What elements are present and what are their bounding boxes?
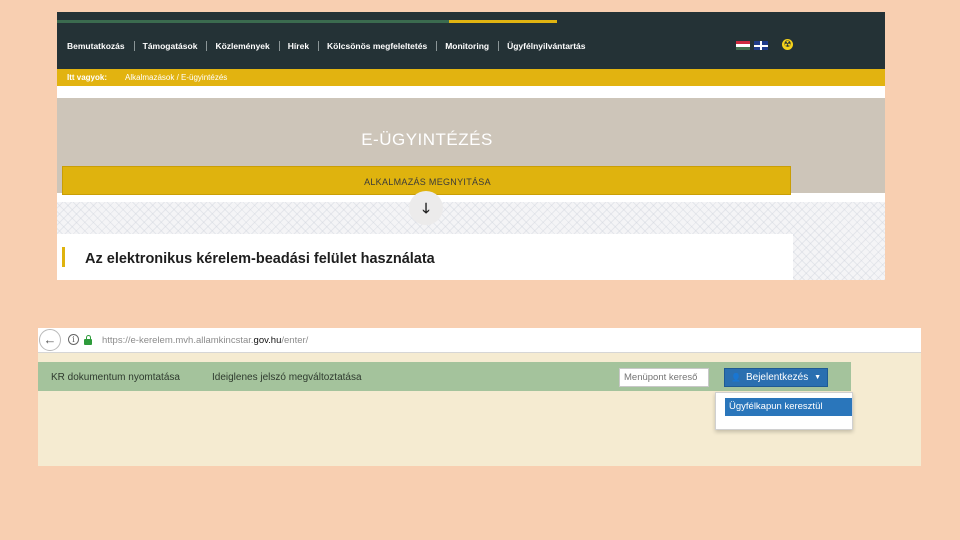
url-field[interactable]: https://e-kerelem.mvh.allamkincstar.gov.…	[102, 335, 308, 346]
hungarian-flag-icon[interactable]	[736, 41, 750, 50]
page-title: E-ÜGYINTÉZÉS	[361, 130, 493, 149]
url-prefix: https://e-kerelem.mvh.allamkincstar.	[102, 335, 254, 346]
application-screenshot: ← i https://e-kerelem.mvh.allamkincstar.…	[38, 328, 921, 466]
caret-down-icon: ▼	[814, 374, 821, 381]
nav-item-tamogatasok[interactable]: Támogatások	[143, 41, 208, 51]
radiation-icon[interactable]: ☢	[782, 39, 793, 50]
nav-item-kozlemenyek[interactable]: Közlemények	[215, 41, 280, 51]
scroll-down-icon[interactable]: 🡓	[409, 191, 443, 225]
info-icon[interactable]: i	[68, 334, 79, 345]
kr-document-print-link[interactable]: KR dokumentum nyomtatása	[51, 372, 180, 383]
lock-icon	[84, 335, 92, 345]
article-accent-bar	[62, 247, 65, 267]
breadcrumb: Itt vagyok: Alkalmazások / E-ügyintézés	[57, 69, 885, 86]
language-switcher	[736, 41, 768, 50]
login-label: Bejelentkezés	[745, 372, 809, 383]
article-header: Az elektronikus kérelem-beadási felület …	[57, 234, 793, 280]
url-domain: gov.hu	[253, 335, 282, 346]
main-navigation: Bemutatkozás Támogatások Közlemények Hír…	[57, 12, 885, 69]
app-toolbar: KR dokumentum nyomtatása Ideiglenes jels…	[38, 362, 851, 391]
menu-search-input[interactable]	[619, 368, 709, 387]
nav-item-ugyfelnyilvantartas[interactable]: Ügyfélnyilvántartás	[507, 41, 594, 51]
login-dropdown-menu: Ügyfélkapun keresztül	[715, 392, 853, 430]
nav-item-kolcsonos-megfeleltetes[interactable]: Kölcsönös megfeleltetés	[327, 41, 438, 51]
browser-address-bar: ← i https://e-kerelem.mvh.allamkincstar.…	[38, 328, 921, 353]
change-temporary-password-link[interactable]: Ideiglenes jelszó megváltoztatása	[212, 372, 362, 383]
nav-item-monitoring[interactable]: Monitoring	[445, 41, 500, 51]
breadcrumb-label: Itt vagyok:	[67, 73, 108, 82]
url-suffix: /enter/	[281, 335, 309, 346]
article-title: Az elektronikus kérelem-beadási felület …	[85, 251, 435, 267]
uk-flag-icon[interactable]	[754, 41, 768, 50]
nav-item-hirek[interactable]: Hírek	[288, 41, 320, 51]
open-application-label: ALKALMAZÁS MEGNYITÁSA	[364, 177, 491, 187]
lock-body	[84, 339, 92, 345]
nav-items: Bemutatkozás Támogatások Közlemények Hír…	[67, 41, 603, 51]
login-button[interactable]: 👤 Bejelentkezés ▼	[724, 368, 828, 387]
website-screenshot: Bemutatkozás Támogatások Közlemények Hír…	[57, 12, 885, 280]
back-arrow-icon[interactable]: ←	[39, 329, 61, 351]
nav-item-bemutatkozas[interactable]: Bemutatkozás	[67, 41, 135, 51]
login-via-ugyfelkapu-item[interactable]: Ügyfélkapun keresztül	[725, 398, 852, 416]
breadcrumb-path[interactable]: Alkalmazások / E-ügyintézés	[125, 73, 227, 82]
user-icon: 👤	[731, 373, 741, 382]
nav-accent-line-yellow	[449, 20, 557, 23]
